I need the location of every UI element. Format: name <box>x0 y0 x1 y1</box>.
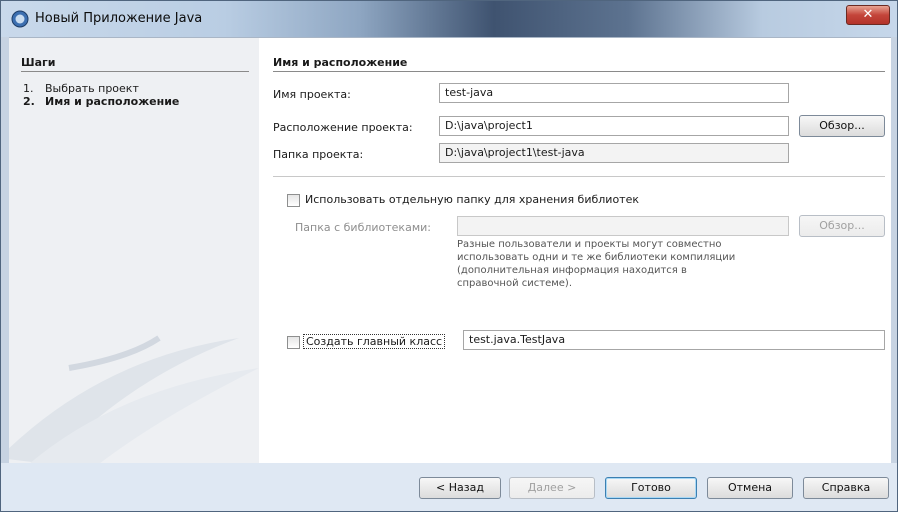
new-java-application-dialog: Новый Приложение Java ✕ Шаги 1. Выбрать п… <box>0 0 898 512</box>
step-item-name-location: 2. Имя и расположение <box>23 95 179 108</box>
separate-libraries-label[interactable]: Использовать отдельную папку для хранени… <box>305 193 639 206</box>
step-number: 1. <box>23 82 34 95</box>
title-bar[interactable]: Новый Приложение Java ✕ <box>1 1 897 37</box>
project-location-label: Расположение проекта: <box>273 121 413 134</box>
project-folder-field[interactable]: D:\java\project1\test-java <box>439 143 789 163</box>
project-name-field[interactable]: test-java <box>439 83 789 103</box>
help-button[interactable]: Справка <box>803 477 889 499</box>
step-label: Имя и расположение <box>45 95 180 108</box>
project-name-label: Имя проекта: <box>273 88 351 101</box>
section-title: Имя и расположение <box>273 56 408 69</box>
steps-divider <box>21 71 249 72</box>
project-location-field[interactable]: D:\java\project1 <box>439 116 789 136</box>
finish-button[interactable]: Готово <box>605 477 697 499</box>
step-label: Выбрать проект <box>45 82 139 95</box>
browse-location-button[interactable]: Обзор... <box>799 115 885 137</box>
steps-panel: Шаги 1. Выбрать проект 2. Имя и расположен… <box>9 38 259 464</box>
main-class-field[interactable]: test.java.TestJava <box>463 330 885 350</box>
dialog-content: Шаги 1. Выбрать проект 2. Имя и расположен… <box>9 37 891 464</box>
libraries-note: Разные пользователи и проекты могут совм… <box>457 238 797 290</box>
next-button[interactable]: Далее > <box>509 477 595 499</box>
dialog-footer: < Назад Далее > Готово Отмена Справка <box>1 463 897 511</box>
back-button[interactable]: < Назад <box>419 477 501 499</box>
browse-libraries-button[interactable]: Обзор... <box>799 215 885 237</box>
note-line: (дополнительная информация находится в <box>457 265 687 276</box>
separator <box>273 176 885 177</box>
window-frame-left <box>1 37 9 463</box>
create-main-class-label[interactable]: Создать главный класс <box>303 334 446 349</box>
step-number: 2. <box>23 95 35 108</box>
step-item-choose-project: 1. Выбрать проект <box>23 82 139 95</box>
close-button[interactable]: ✕ <box>846 5 890 25</box>
steps-header: Шаги <box>21 56 56 69</box>
name-location-panel: Имя и расположение Имя проекта: test-jav… <box>267 38 891 464</box>
libraries-folder-label: Папка с библиотеками: <box>295 221 431 234</box>
section-divider <box>273 71 885 72</box>
note-line: справочной системе). <box>457 278 573 289</box>
netbeans-icon <box>11 10 29 28</box>
create-main-class-checkbox[interactable] <box>287 336 300 349</box>
window-frame-right <box>891 37 897 463</box>
note-line: Разные пользователи и проекты могут совм… <box>457 239 722 250</box>
window-title: Новый Приложение Java <box>35 11 203 26</box>
project-folder-label: Папка проекта: <box>273 148 364 161</box>
libraries-folder-field[interactable] <box>457 216 789 236</box>
note-line: использовать одни и те же библиотеки ком… <box>457 252 736 263</box>
separate-libraries-checkbox[interactable] <box>287 194 300 207</box>
cancel-button[interactable]: Отмена <box>707 477 793 499</box>
